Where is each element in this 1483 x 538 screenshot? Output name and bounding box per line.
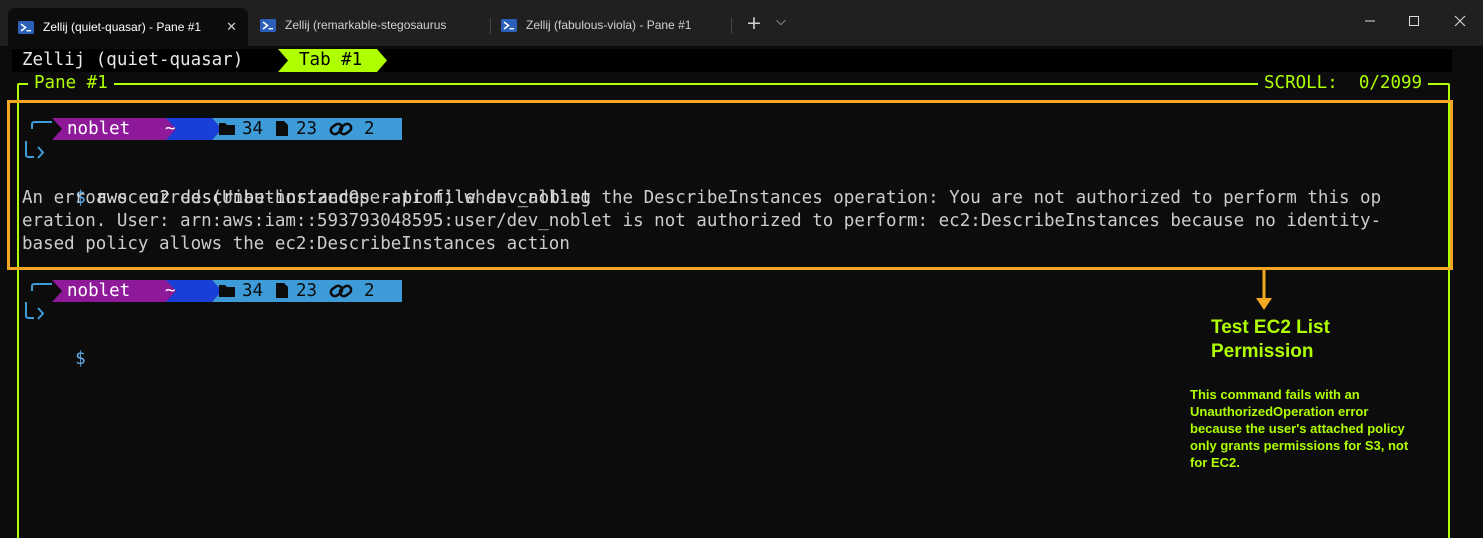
session-name: Zellij (quiet-quasar) <box>22 50 244 70</box>
prompt-link-count: 2 <box>364 281 375 301</box>
powershell-icon <box>501 18 517 32</box>
powershell-icon <box>18 20 34 34</box>
file-icon <box>276 283 288 298</box>
chevron-down-icon[interactable]: ⌵ <box>776 14 786 29</box>
maximize-button[interactable] <box>1400 10 1428 32</box>
prompt-user: noblet <box>67 281 131 301</box>
folder-icon <box>219 285 235 297</box>
scroll-label: SCROLL: <box>1264 73 1338 93</box>
powershell-icon <box>260 18 276 32</box>
zellij-tab-label: Tab #1 <box>299 50 363 70</box>
scroll-value: 0/2099 <box>1358 73 1423 93</box>
tab-label: Zellij (quiet-quasar) - Pane #1 <box>43 20 202 34</box>
title-bar: Zellij (quiet-quasar) - Pane #1 ✕ Zellij… <box>0 0 1483 46</box>
prompt-line: noblet ~ 34 23 2 <box>22 280 402 302</box>
prompt-symbol: $ <box>75 349 86 369</box>
maximize-icon <box>1409 16 1419 26</box>
prompt-path: ~ <box>165 281 176 301</box>
tab-remarkable-stegosaurus[interactable]: Zellij (remarkable-stegosaurus <box>250 10 488 40</box>
scroll-indicator: SCROLL: 0/2099 <box>1258 73 1429 93</box>
close-icon[interactable]: ✕ <box>226 19 237 35</box>
input-line[interactable]: $ <box>22 302 86 371</box>
annotation-title: Test EC2 List Permission <box>1211 317 1330 362</box>
prompt-file-count: 23 <box>296 281 318 301</box>
close-icon <box>1454 15 1466 27</box>
minimize-icon <box>1365 20 1375 22</box>
arrow-down-icon <box>1256 270 1272 310</box>
annotation-body: This command fails with an UnauthorizedO… <box>1190 387 1409 470</box>
prompt-corner <box>25 302 45 320</box>
tab-divider <box>731 18 732 34</box>
tab-fabulous-viola[interactable]: Zellij (fabulous-viola) - Pane #1 <box>491 10 729 40</box>
pane-title: Pane #1 <box>28 73 114 93</box>
close-window-button[interactable] <box>1446 10 1474 32</box>
new-tab-button[interactable]: + <box>746 12 762 34</box>
tab-label: Zellij (fabulous-viola) - Pane #1 <box>526 18 692 32</box>
zellij-tab-bar: Zellij (quiet-quasar) Tab #1 <box>12 49 1452 72</box>
prompt-folder-count: 34 <box>242 281 264 301</box>
tab-quiet-quasar[interactable]: Zellij (quiet-quasar) - Pane #1 ✕ <box>8 8 248 46</box>
minimize-button[interactable] <box>1356 10 1384 32</box>
link-icon <box>329 284 353 298</box>
tab-label: Zellij (remarkable-stegosaurus <box>285 18 447 32</box>
highlight-box <box>7 100 1453 270</box>
